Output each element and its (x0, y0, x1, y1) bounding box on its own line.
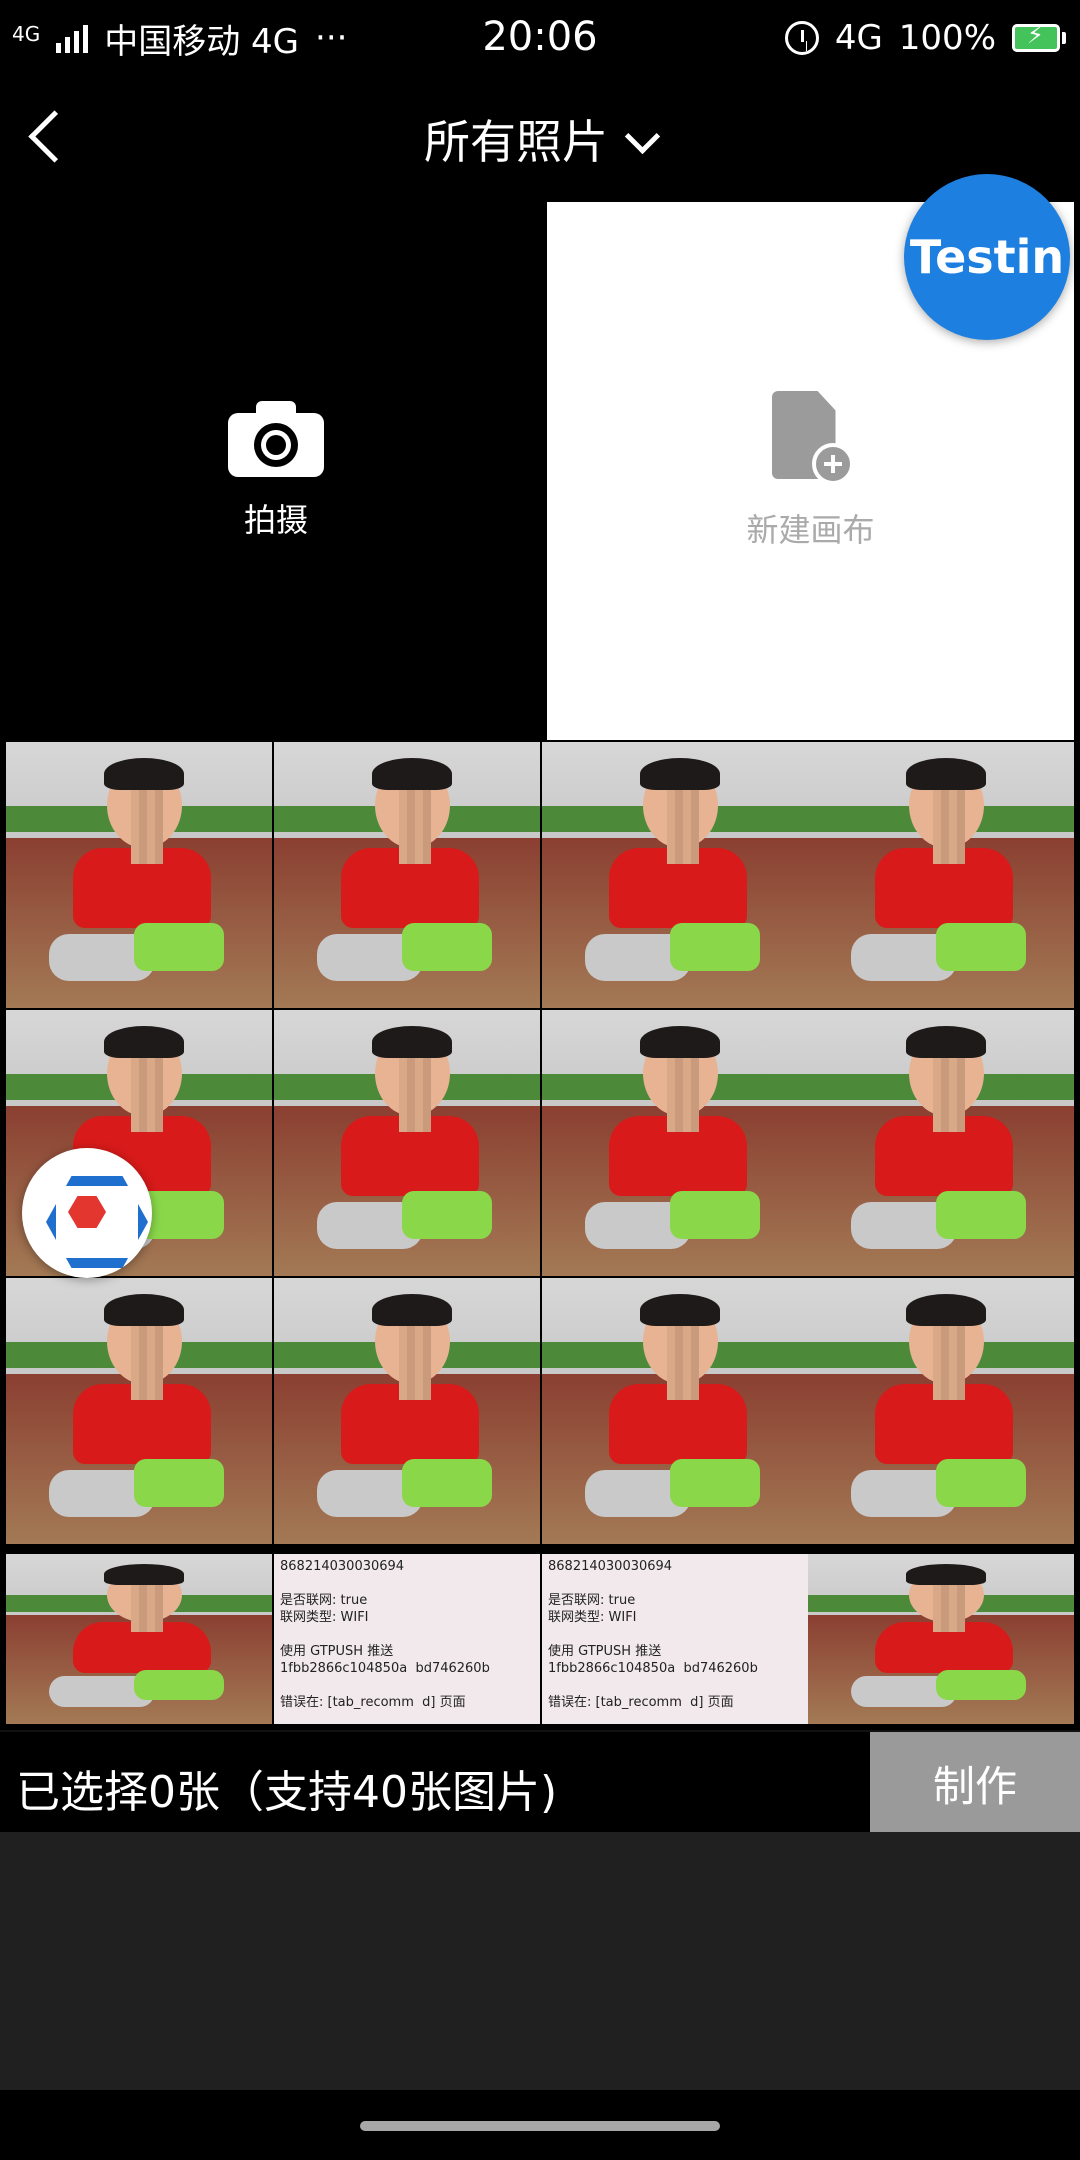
screenshot-thumbnail[interactable]: 868214030030694 是否联网: true 联网类型: WIFI 使用… (542, 1554, 808, 1724)
photo-grid: 拍摄 新建画布 868214030030694 是否联网: true 联网类型:… (6, 202, 1074, 1726)
title-bar: 所有照片 (0, 76, 1080, 194)
photo-thumbnail[interactable] (542, 1010, 808, 1276)
new-document-icon (766, 391, 856, 487)
photo-thumbnail[interactable] (6, 1554, 272, 1724)
battery-icon (1012, 21, 1066, 52)
testin-floating-button[interactable]: Testin (904, 174, 1070, 340)
page-title: 所有照片 (424, 115, 608, 169)
photo-thumbnail[interactable] (808, 1010, 1074, 1276)
network-type-right: 4G (834, 18, 883, 58)
bottom-action-bar: 已选择0张（支持40张图片) 制作 (0, 1730, 1080, 1834)
photo-thumbnail[interactable] (542, 1278, 808, 1544)
photo-thumbnail[interactable] (274, 1278, 540, 1544)
chevron-down-icon (626, 124, 656, 154)
album-selector[interactable]: 所有照片 (0, 106, 1080, 172)
selected-count-text: 已选择0张（支持40张图片) (16, 1767, 558, 1818)
photo-thumbnail[interactable] (542, 742, 808, 1008)
photo-thumbnail[interactable] (274, 1010, 540, 1276)
home-indicator[interactable] (360, 2121, 720, 2131)
status-right: 4G 100% (784, 18, 1066, 58)
more-indicator: ··· (315, 18, 348, 58)
photo-thumbnail[interactable] (6, 1278, 272, 1544)
make-button[interactable]: 制作 (870, 1732, 1080, 1834)
signal-icon (56, 23, 89, 53)
photo-thumbnail[interactable] (808, 1554, 1074, 1724)
photo-thumbnail[interactable] (808, 742, 1074, 1008)
empty-area (0, 1832, 1080, 2090)
photo-thumbnail[interactable] (6, 742, 272, 1008)
floating-assistant-icon[interactable] (22, 1148, 152, 1278)
status-bar: 4G 中国移动 4G ··· 20:06 4G 100% (0, 0, 1080, 76)
camera-label: 拍摄 (243, 501, 308, 539)
camera-tile[interactable]: 拍摄 (6, 202, 546, 740)
photo-picker-screen: 4G 中国移动 4G ··· 20:06 4G 100% 所有照片 拍摄 (0, 0, 1080, 2160)
new-canvas-label: 新建画布 (746, 511, 875, 549)
carrier-name: 中国移动 4G (104, 21, 300, 62)
screenshot-thumbnail[interactable]: 868214030030694 是否联网: true 联网类型: WIFI 使用… (274, 1554, 540, 1724)
photo-thumbnail[interactable] (274, 742, 540, 1008)
camera-icon (228, 401, 324, 477)
battery-percent: 100% (898, 18, 996, 58)
network-type-left: 4G (12, 21, 41, 46)
photo-thumbnail[interactable] (808, 1278, 1074, 1544)
alarm-icon (784, 21, 819, 55)
status-left: 4G 中国移动 4G ··· (12, 14, 347, 63)
